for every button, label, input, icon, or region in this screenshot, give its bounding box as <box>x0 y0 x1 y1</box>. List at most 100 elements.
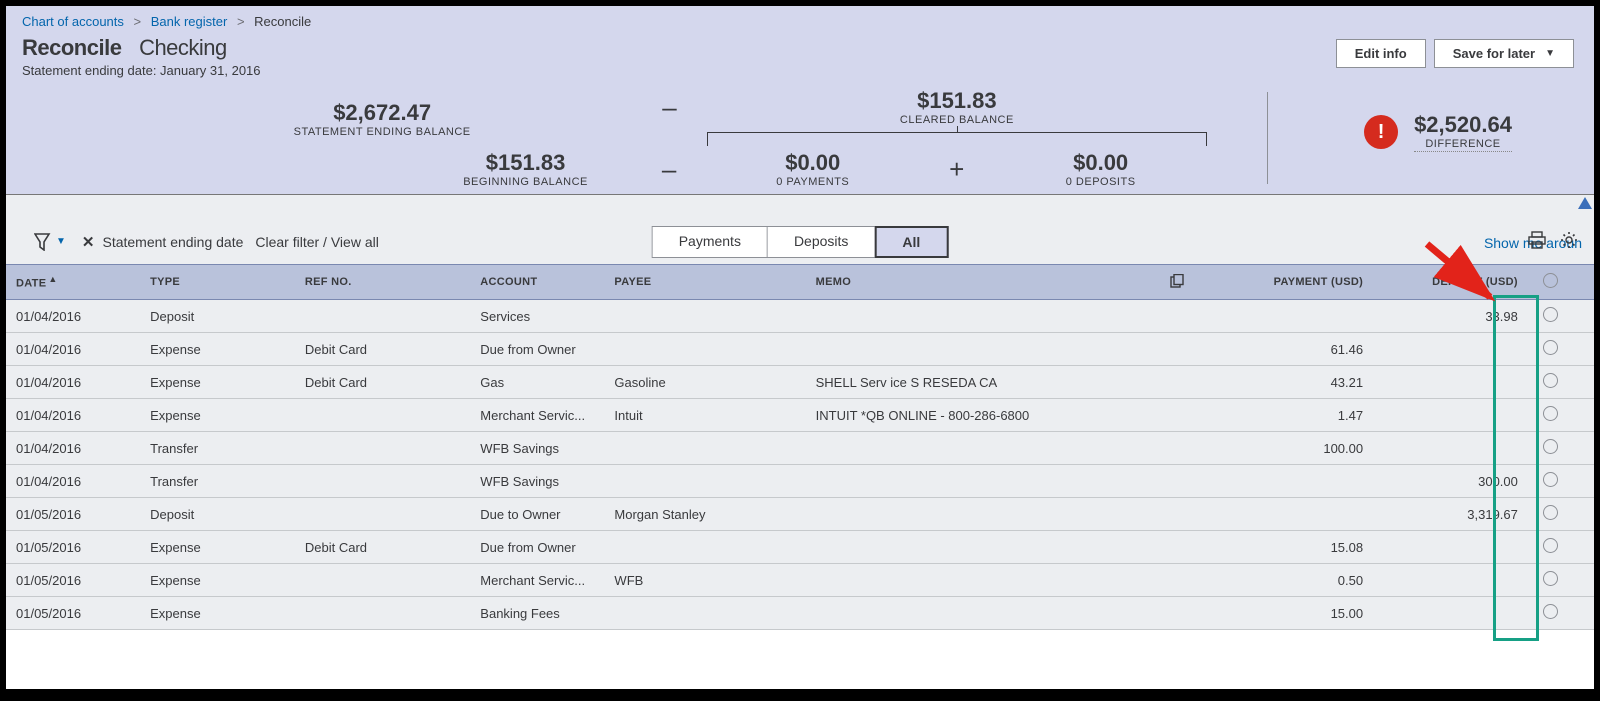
cell-date: 01/04/2016 <box>6 300 140 333</box>
cell-memo <box>806 597 1157 630</box>
cell-account: Due to Owner <box>470 498 604 531</box>
cell-memo <box>806 564 1157 597</box>
scroll-up-icon[interactable] <box>1578 197 1592 209</box>
save-for-later-button[interactable]: Save for later ▼ <box>1434 39 1574 68</box>
column-date-label: DATE <box>16 278 46 290</box>
column-date[interactable]: DATE▲ <box>6 265 140 300</box>
row-radio[interactable] <box>1543 538 1558 553</box>
cell-account: WFB Savings <box>470 432 604 465</box>
cell-memo <box>806 531 1157 564</box>
row-radio[interactable] <box>1543 505 1558 520</box>
row-radio[interactable] <box>1543 472 1558 487</box>
cell-pad <box>1573 564 1594 597</box>
statement-date: Statement ending date: January 31, 2016 <box>22 63 261 78</box>
settings-button[interactable] <box>1560 231 1578 252</box>
table-row[interactable]: 01/04/2016ExpenseDebit CardDue from Owne… <box>6 333 1594 366</box>
cell-deposit <box>1373 366 1528 399</box>
cell-payee: Intuit <box>604 399 805 432</box>
cell-copy <box>1156 465 1197 498</box>
cell-payment: 61.46 <box>1198 333 1373 366</box>
cell-pad <box>1573 597 1594 630</box>
table-row[interactable]: 01/05/2016DepositDue to OwnerMorgan Stan… <box>6 498 1594 531</box>
cell-date: 01/05/2016 <box>6 531 140 564</box>
save-for-later-label: Save for later <box>1453 46 1535 61</box>
row-radio[interactable] <box>1543 439 1558 454</box>
table-row[interactable]: 01/04/2016ExpenseMerchant Servic...Intui… <box>6 399 1594 432</box>
chevron-down-icon: ▼ <box>1545 48 1555 59</box>
cell-payee <box>604 531 805 564</box>
table-row[interactable]: 01/04/2016DepositServices33.98 <box>6 300 1594 333</box>
table-row[interactable]: 01/04/2016ExpenseDebit CardGasGasolineSH… <box>6 366 1594 399</box>
table-row[interactable]: 01/05/2016ExpenseDebit CardDue from Owne… <box>6 531 1594 564</box>
cell-pad <box>1573 333 1594 366</box>
row-radio[interactable] <box>1543 571 1558 586</box>
cell-select <box>1528 333 1573 366</box>
cell-memo <box>806 498 1157 531</box>
select-all-radio[interactable] <box>1543 273 1558 288</box>
clear-filter-link[interactable]: Clear filter / View all <box>255 234 378 250</box>
cell-payment: 15.00 <box>1198 597 1373 630</box>
cell-date: 01/04/2016 <box>6 465 140 498</box>
column-deposit[interactable]: DEPOSIT (USD) <box>1373 265 1528 300</box>
cell-payee <box>604 333 805 366</box>
difference-label: DIFFERENCE <box>1414 138 1512 152</box>
table-row[interactable]: 01/05/2016ExpenseMerchant Servic...WFB0.… <box>6 564 1594 597</box>
table-row[interactable]: 01/05/2016ExpenseBanking Fees15.00 <box>6 597 1594 630</box>
breadcrumb-sep: > <box>237 14 245 29</box>
cell-memo <box>806 300 1157 333</box>
row-radio[interactable] <box>1543 340 1558 355</box>
row-radio[interactable] <box>1543 406 1558 421</box>
cell-account: Due from Owner <box>470 333 604 366</box>
table-row[interactable]: 01/04/2016TransferWFB Savings300.00 <box>6 465 1594 498</box>
cell-deposit <box>1373 399 1528 432</box>
funnel-icon <box>34 233 54 251</box>
tab-deposits[interactable]: Deposits <box>768 227 875 257</box>
cell-date: 01/05/2016 <box>6 498 140 531</box>
tab-payments[interactable]: Payments <box>653 227 768 257</box>
column-copy[interactable] <box>1156 265 1197 300</box>
row-radio[interactable] <box>1543 373 1558 388</box>
breadcrumb-link[interactable]: Chart of accounts <box>22 14 124 29</box>
content-region: Show me aroun ▼ ✕ Statement ending date … <box>6 195 1594 630</box>
cell-type: Expense <box>140 564 295 597</box>
cell-copy <box>1156 531 1197 564</box>
column-memo[interactable]: MEMO <box>806 265 1157 300</box>
column-payment[interactable]: PAYMENT (USD) <box>1198 265 1373 300</box>
column-type[interactable]: TYPE <box>140 265 295 300</box>
filter-button[interactable]: ▼ <box>34 233 66 251</box>
beginning-balance: $151.83 <box>419 150 632 176</box>
cell-deposit: 3,319.67 <box>1373 498 1528 531</box>
cell-account: Gas <box>470 366 604 399</box>
cell-select <box>1528 399 1573 432</box>
row-radio[interactable] <box>1543 604 1558 619</box>
tab-all[interactable]: All <box>874 226 948 258</box>
cell-ref <box>295 432 470 465</box>
cell-ref: Debit Card <box>295 333 470 366</box>
column-account[interactable]: ACCOUNT <box>470 265 604 300</box>
copy-icon <box>1170 274 1184 288</box>
remove-filter-button[interactable]: ✕ <box>82 233 95 251</box>
statement-ending-label: STATEMENT ENDING BALANCE <box>132 126 632 138</box>
payments-label: 0 PAYMENTS <box>706 176 919 188</box>
cell-type: Expense <box>140 366 295 399</box>
row-radio[interactable] <box>1543 307 1558 322</box>
table-row[interactable]: 01/04/2016TransferWFB Savings100.00 <box>6 432 1594 465</box>
breadcrumb-current: Reconcile <box>254 14 311 29</box>
filter-chip: ✕ Statement ending date <box>82 233 243 251</box>
column-ref[interactable]: REF NO. <box>295 265 470 300</box>
cell-ref <box>295 597 470 630</box>
cell-ref: Debit Card <box>295 366 470 399</box>
cell-ref <box>295 399 470 432</box>
cell-pad <box>1573 399 1594 432</box>
cell-type: Expense <box>140 597 295 630</box>
cell-payee: WFB <box>604 564 805 597</box>
cell-ref <box>295 564 470 597</box>
cell-pad <box>1573 432 1594 465</box>
edit-info-button[interactable]: Edit info <box>1336 39 1426 68</box>
column-payee[interactable]: PAYEE <box>604 265 805 300</box>
print-button[interactable] <box>1528 231 1546 252</box>
breadcrumb-link[interactable]: Bank register <box>151 14 228 29</box>
cell-ref <box>295 498 470 531</box>
column-select-all[interactable] <box>1528 265 1573 300</box>
beginning-balance-label: BEGINNING BALANCE <box>419 176 632 188</box>
